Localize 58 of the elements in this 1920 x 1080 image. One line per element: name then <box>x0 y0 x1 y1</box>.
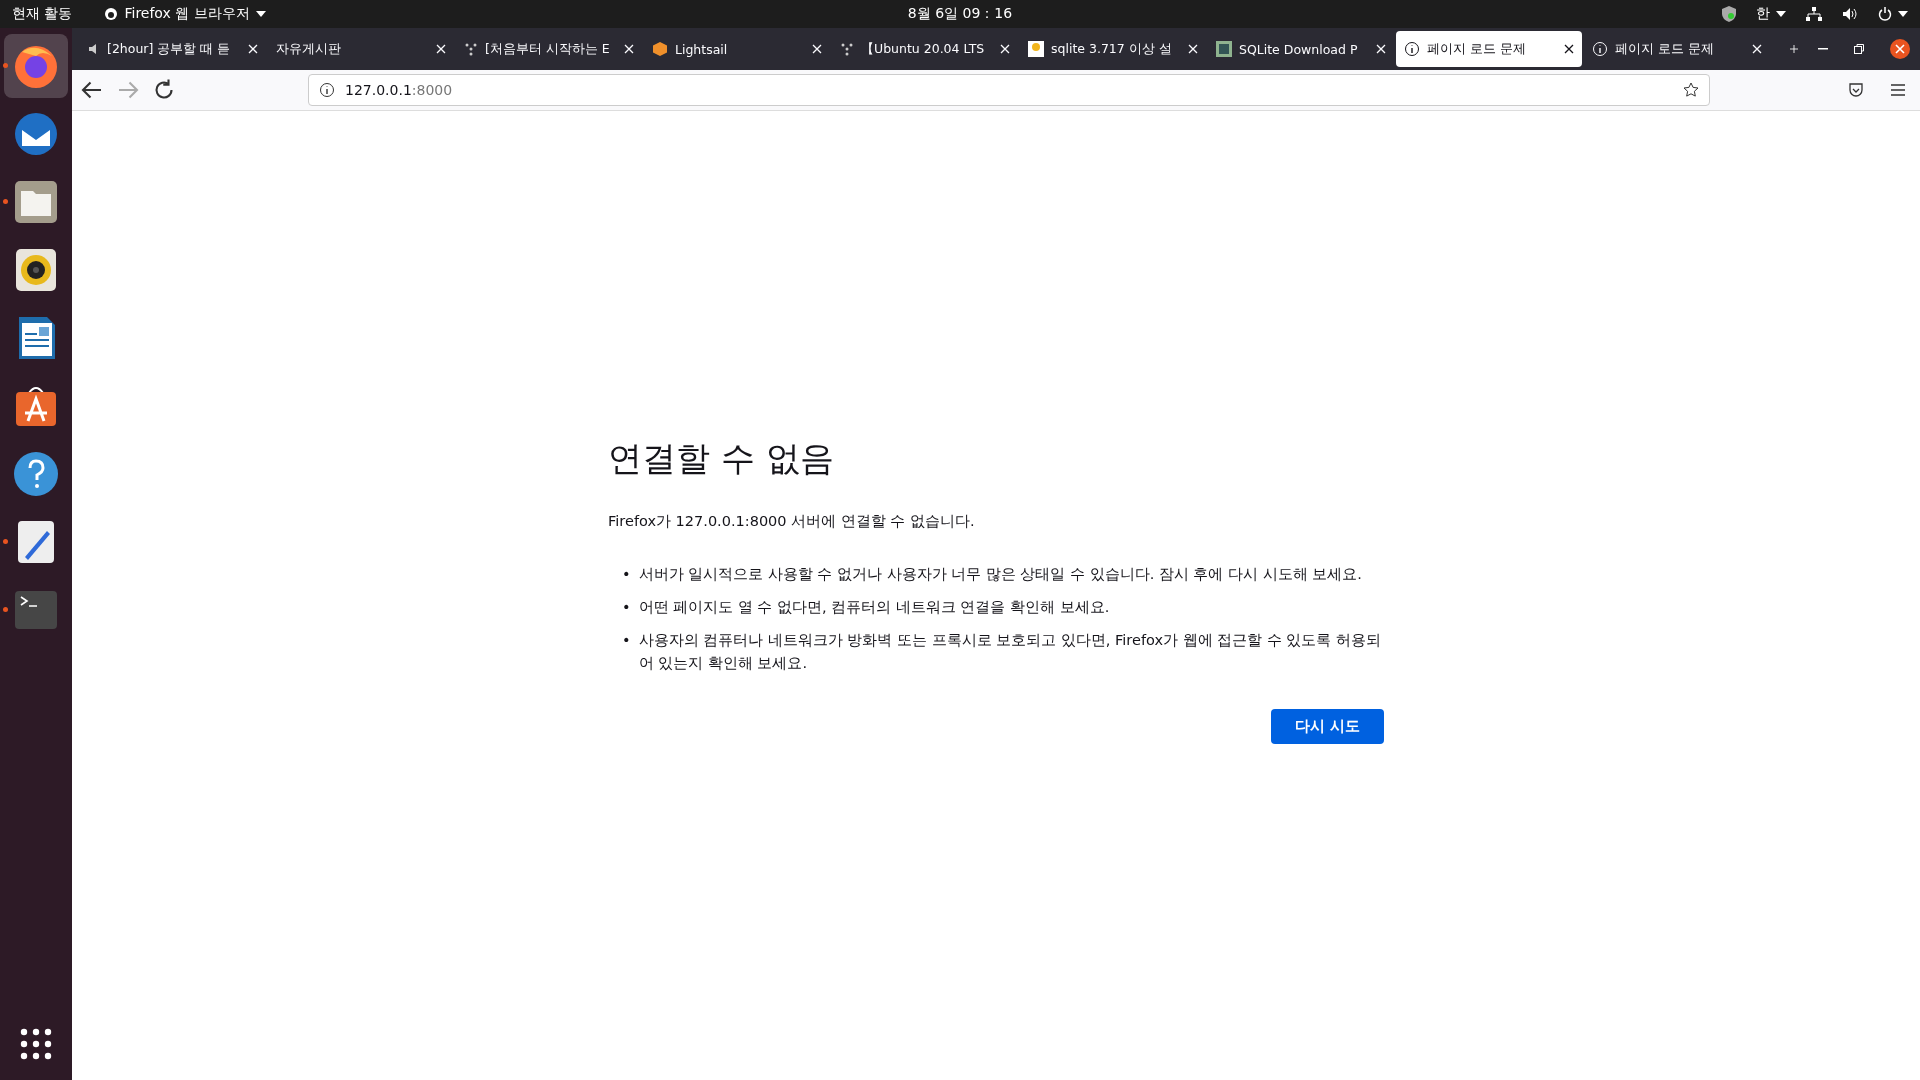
bullet-marker: • <box>622 598 631 617</box>
clock[interactable]: 8월 6일 09：16 <box>907 5 1013 23</box>
browser-tab[interactable]: [2hour] 공부할 때 듣 <box>80 31 266 67</box>
cube-icon <box>652 41 668 57</box>
info-icon <box>1592 41 1608 57</box>
volume-icon[interactable] <box>1842 7 1858 21</box>
power-icon <box>1878 7 1892 21</box>
app-menu[interactable]: Firefox 웹 브라우저 <box>104 5 266 23</box>
running-indicator <box>3 607 8 612</box>
info-icon[interactable] <box>319 82 335 98</box>
power-menu[interactable] <box>1878 7 1908 21</box>
browser-tab[interactable]: 자유게시판 <box>268 31 454 67</box>
caret-icon <box>1776 11 1786 17</box>
database-icon <box>1216 41 1232 57</box>
dots-icon <box>840 42 854 56</box>
retry-button[interactable]: 다시 시도 <box>1270 709 1384 744</box>
suggestion-text: 어떤 페이지도 열 수 없다면, 컴퓨터의 네트워크 연결을 확인해 보세요. <box>638 598 1111 617</box>
folder-icon <box>13 179 59 225</box>
image-icon <box>1028 41 1044 57</box>
star-icon[interactable] <box>1683 82 1699 98</box>
speaker-app-icon <box>13 247 59 293</box>
shield-icon[interactable] <box>1722 6 1736 22</box>
browser-tab[interactable]: Lightsail <box>644 31 830 67</box>
activities-button[interactable]: 현재 활동 <box>12 5 73 23</box>
app-grid-icon[interactable] <box>20 1028 52 1060</box>
network-icon[interactable] <box>1806 7 1822 21</box>
dock-item[interactable] <box>4 34 68 98</box>
help-icon <box>13 451 59 497</box>
error-message: Firefox가 127.0.0.1:8000 서버에 연결할 수 없습니다. <box>608 512 976 531</box>
bullet-marker: • <box>622 565 631 584</box>
input-method-menu[interactable]: 한 <box>1756 5 1786 23</box>
suggestion-text: 서버가 일시적으로 사용할 수 없거나 사용자가 너무 많은 상태일 수 있습니다. 잠시 후에 다시 시도해 보세요. <box>638 565 1363 584</box>
error-title: 연결할 수 없음 <box>608 437 835 480</box>
mail-app-icon <box>12 110 60 158</box>
running-indicator <box>3 199 8 204</box>
caret-icon <box>1898 11 1908 17</box>
close-window-icon[interactable] <box>1890 39 1910 59</box>
info-icon <box>1404 41 1420 57</box>
browser-tab[interactable]: 【Ubuntu 20.04 LTS <box>832 31 1018 67</box>
minimize-icon[interactable] <box>1818 48 1828 50</box>
suggestion-text: 사용자의 컴퓨터나 네트워크가 방화벽 또는 프록시로 보호되고 있다면, Firefox가 웹에 접근할 수 있도록 허용되어 있는지 확인해 보세요. <box>638 631 1383 673</box>
pocket-icon[interactable] <box>1848 82 1864 98</box>
address-bar[interactable]: 127.0.0.1:8000 <box>308 74 1710 106</box>
caret-icon <box>255 11 266 17</box>
browser-tab[interactable]: SQLite Download P <box>1208 31 1394 67</box>
dots-icon <box>464 42 478 56</box>
close-icon[interactable] <box>1564 44 1574 54</box>
browser-tab[interactable]: 페이지 로드 문제 <box>1584 31 1770 67</box>
new-tab-icon[interactable] <box>1790 42 1798 56</box>
url-text: 127.0.0.1:8000 <box>345 82 453 98</box>
bullet-marker: • <box>622 631 631 650</box>
restore-icon[interactable] <box>1854 44 1864 54</box>
browser-tab[interactable]: sqlite 3.717 이상 설 <box>1020 31 1206 67</box>
running-indicator <box>3 63 8 68</box>
running-indicator <box>3 539 8 544</box>
menu-icon[interactable] <box>1890 83 1906 97</box>
browser-tab[interactable]: 페이지 로드 문제 <box>1396 31 1582 67</box>
browser-tab[interactable]: [처음부터 시작하는 E <box>456 31 642 67</box>
